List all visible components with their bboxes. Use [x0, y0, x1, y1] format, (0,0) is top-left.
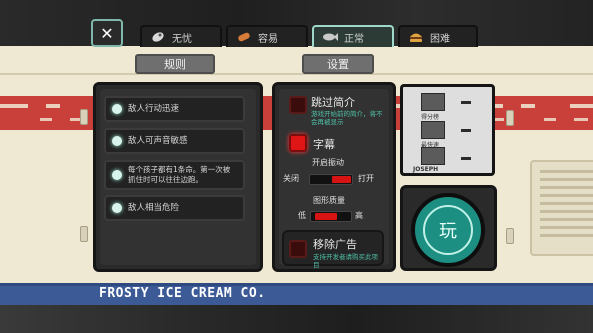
skip-intro-description: 游戏开始前的简介，将不会再被显示	[311, 110, 383, 126]
trophy-icon	[421, 93, 445, 111]
vibration-on-label: 打开	[358, 174, 374, 183]
window-latch	[506, 228, 514, 244]
tab-difficulty-carefree[interactable]: 无忧	[140, 25, 222, 47]
score-dash	[461, 129, 471, 132]
rule-item: 敌人行动迅速	[104, 96, 245, 122]
remove-ads-description: 支持开发者请购买此项目	[313, 253, 378, 269]
fish-icon	[322, 30, 338, 44]
tab-label: 困难	[430, 33, 450, 45]
rule-item: 敌人相当危险	[104, 195, 245, 221]
burger-icon	[408, 30, 424, 44]
skip-intro-title: 跳过简介	[311, 96, 355, 109]
character-icon	[421, 147, 445, 165]
leaderboard-row-label: 得分榜	[421, 114, 440, 121]
rule-item: 敌人可声音敏感	[104, 128, 245, 154]
rule-text: 敌人行动迅速	[128, 104, 180, 114]
bullet-icon	[112, 203, 122, 213]
window-latch	[80, 226, 88, 242]
tab-label: 容易	[258, 33, 278, 45]
tab-difficulty-hard[interactable]: 困难	[398, 25, 478, 47]
truck-blue-band	[0, 283, 593, 305]
remove-ads-title: 移除广告	[313, 238, 357, 251]
tab-difficulty-normal[interactable]: 正常	[312, 25, 394, 47]
rule-text: 敌人相当危险	[128, 203, 180, 213]
remove-ads-checkbox[interactable]	[289, 240, 307, 258]
rules-header: 规则	[135, 54, 215, 74]
truck-brand-text: FROSTY ICE CREAM CO.	[99, 286, 266, 301]
settings-header: 设置	[302, 54, 374, 74]
window-latch	[80, 109, 88, 125]
rule-text: 敌人可声音敏感	[128, 136, 188, 146]
tab-difficulty-easy[interactable]: 容易	[226, 25, 308, 47]
leaderboard-row-label: JOSEPH	[413, 166, 439, 173]
score-dash	[461, 157, 471, 160]
truck-panel-line	[0, 73, 593, 75]
leaderboard-panel[interactable]: 得分榜 最快速 JOSEPH	[400, 84, 495, 176]
bullet-icon	[112, 136, 122, 146]
score-dash	[461, 101, 471, 104]
vibration-off-label: 关闭	[283, 174, 299, 183]
graphics-low-label: 低	[298, 211, 306, 220]
graphics-title: 图形质量	[313, 196, 345, 205]
subtitles-title: 字幕	[313, 138, 335, 151]
rule-item: 每个孩子都有1条命。第一次被抓住时可以往往边跑。	[104, 160, 245, 190]
rule-text: 每个孩子都有1条命。第一次被抓住时可以往往边跑。	[128, 165, 231, 184]
truck-vent	[530, 160, 593, 256]
rocket-icon	[150, 30, 166, 44]
sausage-icon	[236, 30, 252, 44]
close-button[interactable]: ✕	[91, 19, 123, 47]
play-label: 玩	[423, 205, 473, 255]
vibration-slider[interactable]	[309, 174, 353, 185]
tab-label: 正常	[344, 33, 364, 45]
background-scene-bottom	[0, 302, 593, 333]
graphics-slider[interactable]	[310, 211, 352, 222]
play-button[interactable]: 玩	[411, 193, 485, 267]
tab-label: 无忧	[172, 33, 192, 45]
bullet-icon	[112, 104, 122, 114]
subtitles-checkbox[interactable]	[289, 134, 307, 152]
clock-icon	[421, 121, 445, 139]
vibration-title: 开启振动	[312, 158, 344, 167]
bullet-icon	[112, 170, 122, 180]
skip-intro-checkbox[interactable]	[289, 96, 307, 114]
window-latch	[506, 110, 514, 126]
graphics-high-label: 高	[355, 211, 363, 220]
